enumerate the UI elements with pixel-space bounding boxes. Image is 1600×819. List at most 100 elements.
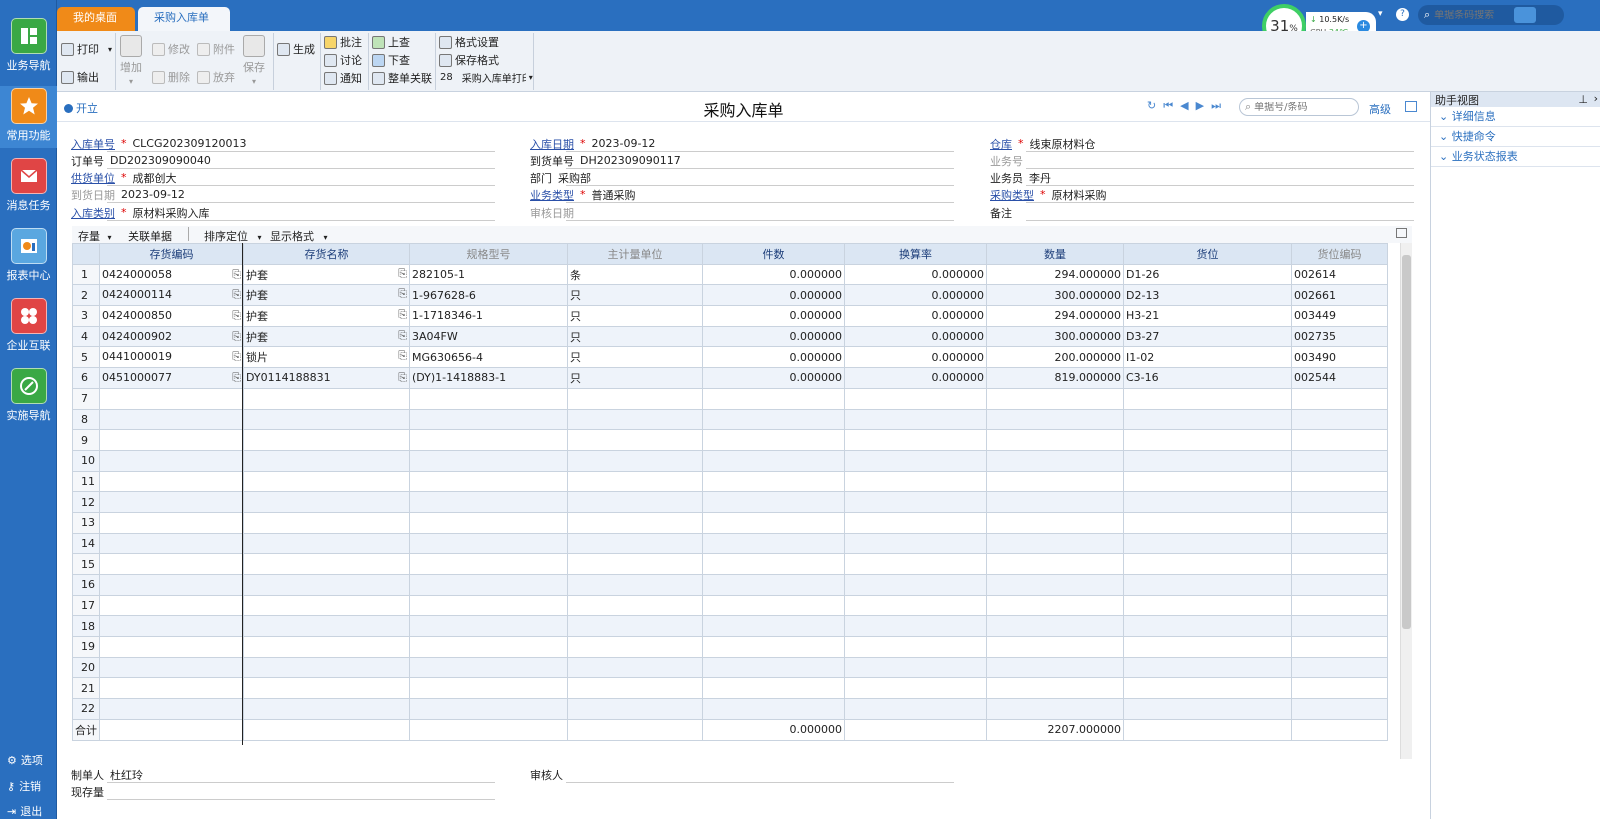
table-cell[interactable]: ⎘ 0441000019	[99, 346, 244, 369]
table-cell[interactable]	[99, 636, 244, 658]
table-cell[interactable]: 0.000000	[844, 284, 987, 307]
table-cell[interactable]: 002614	[1291, 263, 1388, 286]
sidebar-item-connect[interactable]: 企业互联	[0, 298, 57, 353]
table-cell[interactable]	[986, 532, 1124, 555]
header-field-col2-1[interactable]: 到货单号 DH202309090117	[530, 152, 954, 169]
table-cell[interactable]: 0.000000	[844, 305, 987, 327]
options-button[interactable]: ⚙ 选项	[7, 752, 43, 768]
table-cell[interactable]	[702, 574, 845, 596]
table-cell[interactable]	[99, 470, 244, 493]
table-cell[interactable]	[1123, 553, 1292, 575]
barcode-search[interactable]: ⌕	[1418, 5, 1564, 25]
column-header[interactable]: 主计量单位	[567, 243, 703, 265]
table-cell[interactable]	[409, 429, 568, 451]
table-cell[interactable]: H3-21	[1123, 305, 1292, 327]
table-cell[interactable]: 0.000000	[844, 263, 987, 286]
table-cell[interactable]	[1123, 491, 1292, 513]
edit-button[interactable]: 修改	[152, 41, 190, 57]
table-cell[interactable]	[243, 429, 410, 451]
column-header[interactable]	[72, 243, 100, 265]
table-cell[interactable]	[844, 449, 987, 472]
format-setting-button[interactable]: 格式设置	[439, 34, 499, 50]
table-cell[interactable]: 0.000000	[702, 263, 845, 286]
table-cell[interactable]	[409, 574, 568, 596]
table-cell[interactable]	[986, 594, 1124, 617]
scrollbar-thumb[interactable]	[1402, 255, 1411, 629]
attachment-icon[interactable]: ⎘	[232, 268, 241, 282]
table-cell[interactable]: 819.000000	[986, 367, 1124, 389]
exit-button[interactable]: ⇥ 退出	[7, 803, 42, 819]
table-cell[interactable]	[1123, 408, 1292, 431]
table-cell[interactable]: 003490	[1291, 346, 1388, 369]
table-cell[interactable]	[567, 698, 703, 720]
table-cell[interactable]: (DY)1-1418883-1	[409, 367, 568, 389]
table-cell[interactable]	[243, 449, 410, 472]
table-cell[interactable]	[844, 429, 987, 451]
attachment-icon[interactable]: ⎘	[232, 288, 241, 302]
table-cell[interactable]	[702, 677, 845, 700]
table-cell[interactable]: 0.000000	[844, 367, 987, 389]
up-check-button[interactable]: 上查	[372, 34, 410, 50]
table-cell[interactable]	[1291, 449, 1388, 472]
table-cell[interactable]	[702, 491, 845, 513]
table-cell[interactable]	[99, 615, 244, 638]
helper-item-detail[interactable]: ⌄ 详细信息	[1431, 107, 1600, 127]
attach-button[interactable]: 附件	[197, 41, 235, 57]
table-cell[interactable]	[844, 491, 987, 513]
attachment-icon[interactable]: ⎘	[398, 371, 407, 385]
save-button[interactable]: 保存 ▾	[243, 35, 265, 86]
table-row[interactable]: 6 ⎘ 0451000077 ⎘ DY0114188831 (DY)1-1418883-1…	[72, 367, 1388, 389]
table-cell[interactable]	[567, 677, 703, 700]
table-row[interactable]: 10	[72, 449, 1388, 472]
table-cell[interactable]: C3-16	[1123, 367, 1292, 389]
table-cell[interactable]	[567, 636, 703, 658]
table-cell[interactable]	[409, 677, 568, 700]
table-row[interactable]: 13	[72, 511, 1388, 534]
table-cell[interactable]: 294.000000	[986, 263, 1124, 286]
table-cell[interactable]	[1291, 698, 1388, 720]
table-cell[interactable]: 0.000000	[702, 367, 845, 389]
table-cell[interactable]	[1123, 574, 1292, 596]
table-cell[interactable]	[986, 553, 1124, 575]
table-cell[interactable]: 294.000000	[986, 305, 1124, 327]
header-field-col2-3[interactable]: 业务类型 * 普通采购	[530, 186, 954, 203]
doc-search-input[interactable]	[1254, 101, 1347, 113]
prev-record-icon[interactable]: ◀	[1180, 99, 1195, 112]
chevron-right-icon[interactable]: ›	[1594, 92, 1598, 105]
attachment-icon[interactable]: ⎘	[398, 287, 407, 301]
table-row[interactable]: 20	[72, 656, 1388, 679]
last-record-icon[interactable]: ⏭	[1211, 99, 1228, 112]
table-cell[interactable]	[844, 698, 987, 720]
table-cell[interactable]	[409, 615, 568, 638]
table-row[interactable]: 16	[72, 574, 1388, 596]
vertical-scrollbar[interactable]	[1400, 243, 1412, 759]
table-cell[interactable]	[986, 615, 1124, 638]
table-cell[interactable]: 002544	[1291, 367, 1388, 389]
generate-button[interactable]: 生成	[277, 41, 315, 57]
down-check-button[interactable]: 下查	[372, 52, 410, 68]
table-cell[interactable]	[986, 387, 1124, 410]
table-cell[interactable]	[1123, 698, 1292, 720]
table-cell[interactable]: 282105-1	[409, 263, 568, 286]
table-cell[interactable]: ⎘ 0424000850	[99, 305, 244, 327]
table-cell[interactable]	[99, 574, 244, 596]
table-cell[interactable]: 1-1718346-1	[409, 305, 568, 327]
table-cell[interactable]	[986, 470, 1124, 493]
table-cell[interactable]	[567, 511, 703, 534]
table-cell[interactable]	[1291, 387, 1388, 410]
table-cell[interactable]	[567, 449, 703, 472]
header-field-col3-3[interactable]: 采购类型 * 原材料采购	[990, 186, 1414, 203]
header-field-col2-0[interactable]: 入库日期 * 2023-09-12	[530, 135, 954, 152]
discuss-button[interactable]: 讨论	[324, 52, 362, 68]
helper-item-status-report[interactable]: ⌄ 业务状态报表	[1431, 147, 1600, 167]
header-field-col3-0[interactable]: 仓库 * 线束原材料仓	[990, 135, 1414, 152]
table-cell[interactable]	[702, 553, 845, 575]
table-cell[interactable]	[844, 636, 987, 658]
table-cell[interactable]: 0.000000	[844, 325, 987, 348]
table-cell[interactable]	[567, 532, 703, 555]
table-cell[interactable]	[99, 449, 244, 472]
table-cell[interactable]	[567, 387, 703, 410]
table-cell[interactable]	[986, 677, 1124, 700]
table-cell[interactable]: 300.000000	[986, 284, 1124, 307]
table-cell[interactable]	[99, 511, 244, 534]
